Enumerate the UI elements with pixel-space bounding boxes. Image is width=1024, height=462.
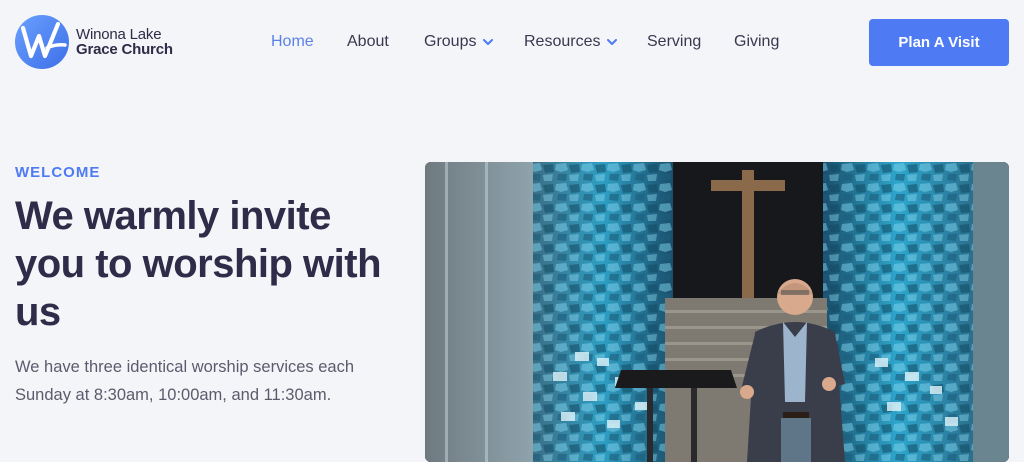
nav-serving[interactable]: Serving	[647, 30, 701, 54]
church-logo-icon	[15, 15, 69, 69]
site-logo[interactable]: Winona Lake Grace Church	[14, 14, 173, 70]
nav-home-label: Home	[271, 33, 314, 50]
hero-image	[425, 162, 1009, 462]
nav-giving[interactable]: Giving	[734, 30, 779, 54]
nav-about-label: About	[347, 33, 389, 50]
nav-resources[interactable]: Resources	[524, 30, 618, 54]
nav-groups[interactable]: Groups	[424, 30, 494, 54]
pastor-preaching-photo-icon	[425, 162, 1009, 462]
nav-serving-label: Serving	[647, 33, 702, 50]
logo-wordmark: Winona Lake Grace Church	[76, 27, 173, 57]
chevron-down-icon	[483, 38, 494, 45]
nav-about[interactable]: About	[347, 30, 389, 54]
logo-line-1: Winona Lake	[76, 26, 162, 43]
plan-a-visit-button[interactable]: Plan A Visit	[869, 19, 1009, 66]
hero-headline: We warmly invite you to worship with us	[15, 194, 382, 334]
nav-groups-label: Groups	[424, 33, 477, 50]
chevron-down-icon	[607, 38, 618, 45]
logo-line-2: Grace Church	[76, 41, 173, 58]
hero-body-text: We have three identical worship services…	[15, 358, 355, 404]
nav-resources-label: Resources	[524, 33, 601, 50]
nav-home[interactable]: Home	[271, 30, 314, 54]
nav-giving-label: Giving	[734, 33, 780, 50]
hero-eyebrow: WELCOME	[15, 164, 101, 181]
site-header: Winona Lake Grace Church Home About Grou…	[0, 0, 1024, 84]
